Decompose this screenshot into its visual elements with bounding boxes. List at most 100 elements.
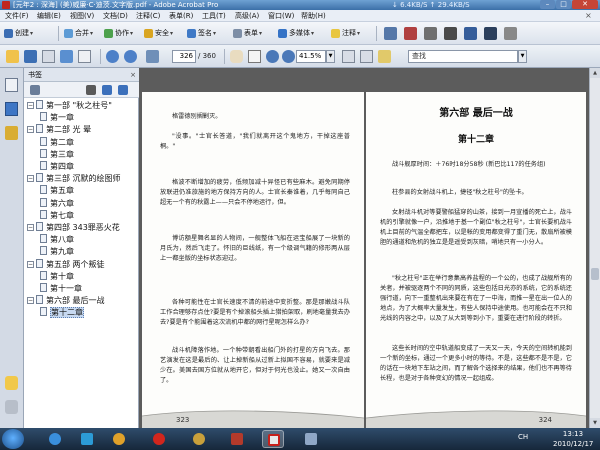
bookmark-chapter[interactable]: 第十章 (40, 270, 74, 282)
multimedia-button[interactable]: 多媒体▾ (278, 27, 314, 40)
collapse-toggle-icon[interactable]: − (27, 260, 34, 268)
open-folder-icon[interactable] (6, 50, 19, 63)
stamp-icon[interactable] (424, 27, 437, 40)
bookmark-chapter[interactable]: 第九章 (40, 246, 74, 257)
menu-document[interactable]: 文档(D) (103, 11, 128, 21)
reading-mode-icon[interactable] (378, 50, 391, 63)
collapse-toggle-icon[interactable]: − (27, 102, 34, 109)
menu-file[interactable]: 文件(F) (5, 11, 29, 21)
menu-advanced[interactable]: 高级(A) (235, 11, 259, 21)
zoom-input[interactable]: 41.5% (296, 50, 326, 63)
delete-icon[interactable] (404, 27, 417, 40)
bookmark-part[interactable]: − 第五部 两个叛徒 (27, 258, 105, 270)
bookmark-chapter[interactable]: 第一章 (40, 112, 74, 123)
hand-tool-icon[interactable] (230, 50, 243, 63)
sign-button[interactable]: 签名▾ (187, 27, 216, 40)
menu-forms[interactable]: 表单(R) (169, 11, 193, 21)
bookmark-chapter[interactable]: 第六章 (40, 197, 74, 209)
bookmark-chapter[interactable]: 第十一章 (40, 283, 82, 294)
vertical-scrollbar[interactable]: ▲ ▼ (589, 68, 600, 428)
collaborate-button[interactable]: 协作▾ (104, 27, 133, 40)
bookmark-part[interactable]: − 第三部 沉默的绘图师 (27, 173, 121, 184)
combine-button[interactable]: 合并▾ (64, 27, 93, 40)
bookmark-chapter[interactable]: 第八章 (40, 234, 74, 245)
collapse-toggle-icon[interactable]: − (27, 126, 34, 134)
pages-panel-icon[interactable] (5, 78, 18, 92)
scroll-up-icon[interactable]: ▲ (590, 68, 600, 78)
fit-page-icon[interactable] (342, 50, 355, 63)
find-dropdown-icon[interactable]: ▼ (518, 50, 527, 63)
bookmark-chapter[interactable]: 第五章 (40, 185, 74, 196)
scroll-thumb[interactable] (591, 268, 599, 280)
taskbar-media[interactable] (108, 430, 130, 448)
bookmark-chapter[interactable]: 第二章 (40, 136, 74, 148)
arrow-up-icon[interactable] (106, 50, 119, 63)
close-panel-icon[interactable]: × (130, 68, 136, 82)
email-icon[interactable] (60, 50, 73, 63)
select-tool-icon[interactable] (384, 27, 397, 40)
find-input[interactable]: 查找 (408, 50, 518, 63)
taskbar-tool[interactable] (226, 430, 248, 448)
scroll-down-icon[interactable]: ▼ (590, 418, 600, 428)
bookmarks-panel-icon[interactable] (5, 102, 18, 116)
bookmark-part[interactable]: − 第一部 "秋之柱号" (27, 100, 112, 111)
paperclip-icon[interactable] (5, 400, 18, 414)
minimize-button[interactable]: – (540, 0, 555, 9)
taskbar-ie[interactable] (44, 430, 66, 448)
menu-tools[interactable]: 工具(T) (202, 11, 226, 21)
comments-panel-icon[interactable] (5, 376, 18, 390)
bookmark-chapter[interactable]: 第三章 (40, 148, 74, 160)
taskbar-explorer[interactable] (76, 430, 98, 448)
bookmark-chapter[interactable]: 第十二章 (40, 307, 84, 319)
close-document-icon[interactable]: × (585, 11, 592, 20)
bookmark-settings-icon[interactable] (118, 85, 128, 95)
options-icon[interactable] (30, 85, 40, 95)
more-tools-icon[interactable] (504, 27, 517, 40)
collapse-toggle-icon[interactable]: − (27, 175, 34, 183)
print-icon[interactable] (42, 50, 55, 63)
attachments-panel-icon[interactable] (5, 126, 18, 140)
tray-language[interactable]: CH (518, 433, 528, 441)
new-bookmark-icon[interactable] (102, 85, 112, 95)
bookmark-part[interactable]: − 第四部 343罪恶火花 (27, 222, 120, 233)
forms-button[interactable]: 表单▾ (233, 27, 262, 40)
bookmark-chapter[interactable]: 第四章 (40, 161, 74, 172)
secure-button[interactable]: 安全▾ (144, 27, 173, 40)
menu-comments[interactable]: 注释(C) (136, 11, 160, 21)
menu-view[interactable]: 视图(V) (70, 11, 94, 21)
zoom-out-icon[interactable] (266, 50, 279, 63)
bookmark-part[interactable]: − 第六部 最后一战 (27, 295, 105, 306)
taskbar-window[interactable] (300, 430, 322, 448)
previous-page-icon[interactable] (146, 50, 159, 63)
taskbar-opera[interactable] (148, 430, 170, 448)
text-tool-icon[interactable] (444, 27, 457, 40)
zoom-in-icon[interactable] (282, 50, 295, 63)
page-number-input[interactable]: 326 (172, 50, 196, 63)
acrobat-app-icon[interactable] (2, 1, 10, 9)
bookmark-part[interactable]: − 第二部 光 晕 (27, 124, 91, 135)
comment-button[interactable]: 注释▾ (331, 27, 360, 40)
bookmark-chapter[interactable]: 第七章 (40, 209, 74, 221)
page-icon[interactable] (78, 50, 91, 63)
document-view[interactable]: 格雷德别搁剿灭。 "没事。"士官长答道，"我们就离开这个鬼地方，干掉这座普桐。" 格… (139, 68, 589, 428)
maximize-button[interactable]: □ (556, 0, 571, 9)
collapse-toggle-icon[interactable]: − (27, 224, 34, 231)
clock[interactable]: 13:13 2010/12/17 (553, 429, 593, 449)
close-button[interactable]: ✕ (572, 0, 598, 9)
save-icon[interactable] (24, 50, 37, 63)
delete-bookmark-icon[interactable] (86, 85, 96, 95)
zoom-dropdown-icon[interactable]: ▼ (326, 50, 335, 63)
select-text-icon[interactable] (248, 50, 261, 63)
menu-edit[interactable]: 编辑(E) (37, 11, 61, 21)
arrow-down-icon[interactable] (124, 50, 137, 63)
create-button[interactable]: 创建▾ (4, 27, 33, 40)
fit-width-icon[interactable] (360, 50, 373, 63)
menu-window[interactable]: 窗口(W) (268, 11, 294, 21)
form-field-icon[interactable] (464, 27, 477, 40)
taskbar-app[interactable] (188, 430, 210, 448)
menu-help[interactable]: 帮助(H) (301, 11, 326, 21)
redaction-icon[interactable] (484, 27, 497, 40)
taskbar-acrobat[interactable] (262, 430, 284, 448)
collapse-toggle-icon[interactable]: − (27, 297, 34, 305)
start-button[interactable] (2, 429, 24, 449)
